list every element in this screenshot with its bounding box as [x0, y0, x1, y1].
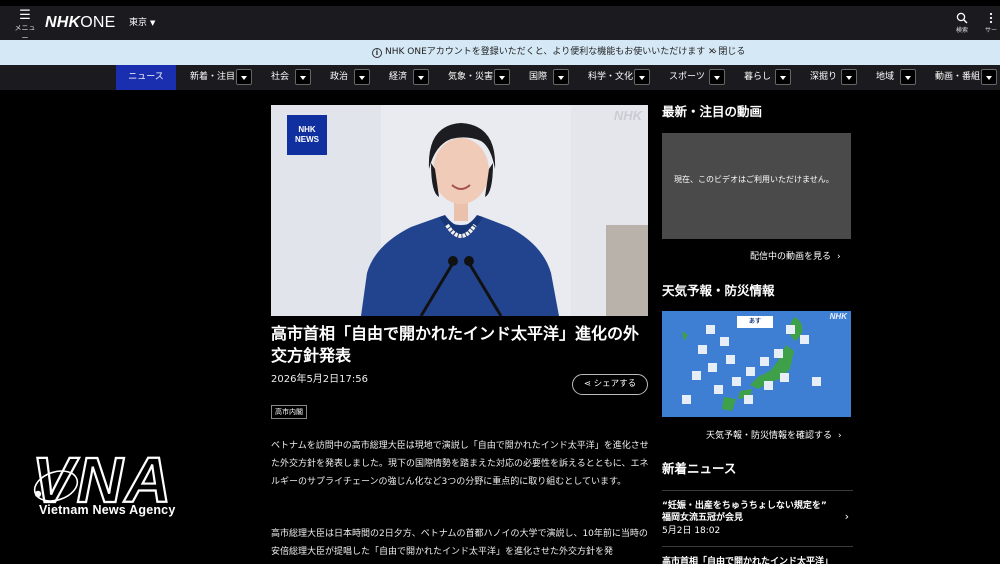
nav-dropdown-new[interactable]: [236, 69, 252, 85]
video-unavailable-message: 現在、このビデオはご利用いただけません。: [674, 175, 834, 184]
video-player[interactable]: 現在、このビデオはご利用いただけません。: [662, 133, 851, 239]
weather-tab-tomorrow[interactable]: あす: [737, 316, 773, 328]
share-icon: ⋖: [583, 379, 591, 389]
caret-down-icon: ▼: [150, 19, 156, 27]
nav-item-international[interactable]: 国際: [529, 65, 547, 90]
close-label: 閉じる: [718, 47, 746, 57]
vna-caption: Vietnam News Agency: [39, 503, 176, 517]
chevron-right-icon: ›: [838, 431, 842, 441]
nav-item-new[interactable]: 新着・注目: [190, 65, 235, 90]
video-more-label: 配信中の動画を見る: [750, 252, 832, 262]
info-icon: i: [372, 48, 382, 58]
share-label: シェアする: [593, 379, 637, 389]
nav-dropdown-weather[interactable]: [494, 69, 510, 85]
nav-dropdown-deep[interactable]: [841, 69, 857, 85]
video-more-link[interactable]: 配信中の動画を見る ›: [750, 251, 841, 263]
nhk-badge-line1: NHK: [298, 125, 316, 134]
article-paragraph-1: ベトナムを訪問中の高市総理大臣は現地で演説し「自由で開かれたインド太平洋」を進化…: [271, 441, 649, 487]
latest-news-title: 新着ニュース: [662, 461, 737, 476]
nav-dropdown-video[interactable]: [981, 69, 997, 85]
nav-dropdown-sports[interactable]: [709, 69, 725, 85]
nav-dropdown-life[interactable]: [775, 69, 791, 85]
banner-message: NHK ONEアカウントを登録いただくと、より便利な機能もお使いいただけます: [385, 47, 706, 57]
news-title: “妊娠・出産をちゅうちょしない規定を” 福岡女流五冠が会見: [662, 501, 827, 523]
nav-item-life[interactable]: 暮らし: [744, 65, 771, 90]
nhk-badge-line2: NEWS: [295, 135, 319, 144]
nav-dropdown-international[interactable]: [553, 69, 569, 85]
close-icon: ✕: [708, 47, 716, 57]
nav-item-region[interactable]: 地域: [876, 65, 894, 90]
account-banner: i NHK ONEアカウントを登録いただくと、より便利な機能もお使いいただけます ›…: [0, 40, 1000, 65]
nhk-news-badge: NHK NEWS: [287, 115, 327, 155]
nav-dropdown-society[interactable]: [295, 69, 311, 85]
services-label: サー: [984, 27, 997, 34]
region-label: 東京: [129, 18, 148, 28]
nav-dropdown-science[interactable]: [634, 69, 650, 85]
press-conference-photo: [271, 105, 648, 316]
weather-more-link[interactable]: 天気予報・防災情報を確認する ›: [706, 430, 842, 442]
nhk-one-logo[interactable]: NHKONE: [45, 14, 116, 32]
nav-item-deep[interactable]: 深掘り: [810, 65, 837, 90]
search-icon: [956, 12, 968, 24]
region-selector[interactable]: 東京 ▼: [129, 18, 155, 29]
news-title: 高市首相「自由で開かれたインド太平洋」: [662, 557, 834, 564]
nav-item-sports[interactable]: スポーツ: [669, 65, 705, 90]
nav-item-politics[interactable]: 政治: [330, 65, 348, 90]
article-headline: 高市首相「自由で開かれたインド太平洋」進化の外交方針発表: [271, 324, 640, 365]
nav-dropdown-region[interactable]: [900, 69, 916, 85]
share-button[interactable]: ⋖ シェアする: [572, 374, 648, 395]
weather-section-title: 天気予報・防災情報: [662, 283, 775, 298]
logo-one: ONE: [80, 14, 116, 31]
chevron-right-icon: ›: [844, 510, 849, 523]
weather-map[interactable]: あす NHK: [662, 311, 851, 417]
banner-link[interactable]: i NHK ONEアカウントを登録いただくと、より便利な機能もお使いいただけます ›: [372, 46, 717, 59]
chevron-right-icon: ›: [837, 252, 841, 262]
banner-close-button[interactable]: ✕ 閉じる: [708, 46, 745, 59]
nav-item-news[interactable]: ニュース: [116, 65, 176, 90]
hamburger-icon: ☰: [19, 8, 31, 23]
news-list-item[interactable]: 高市首相「自由で開かれたインド太平洋」: [662, 556, 853, 564]
search-label: 検索: [955, 27, 968, 34]
nav-item-weather[interactable]: 気象・災害: [448, 65, 493, 90]
grid-dots-icon: [989, 12, 993, 24]
logo-nhk: NHK: [45, 14, 81, 31]
nav-dropdown-politics[interactable]: [354, 69, 370, 85]
topic-tag[interactable]: 高市内閣: [271, 405, 307, 419]
search-button[interactable]: 検索: [950, 12, 974, 40]
menu-button[interactable]: ☰ メニュー: [12, 8, 38, 43]
divider: [662, 490, 853, 491]
divider: [662, 546, 853, 547]
nhk-watermark: NHK: [613, 108, 642, 123]
nav-item-society[interactable]: 社会: [271, 65, 289, 90]
category-nav: ニュース 新着・注目 社会 政治 経済 気象・災害 国際 科学・文化 スポーツ …: [0, 65, 1000, 90]
article-hero-image[interactable]: NHK NEWS NHK: [271, 105, 648, 316]
nav-dropdown-economy[interactable]: [413, 69, 429, 85]
nav-item-economy[interactable]: 経済: [389, 65, 407, 90]
weather-watermark: NHK: [829, 312, 847, 321]
site-header: ☰ メニュー NHKONE 東京 ▼ 検索 サー: [0, 6, 1000, 43]
services-button[interactable]: サー: [982, 12, 1000, 40]
nav-item-video[interactable]: 動画・番組: [935, 65, 980, 90]
news-list-item[interactable]: “妊娠・出産をちゅうちょしない規定を” 福岡女流五冠が会見 5月2日 18:02…: [662, 500, 853, 537]
weather-more-label: 天気予報・防災情報を確認する: [706, 431, 833, 441]
article-date: 2026年5月2日17:56: [271, 374, 368, 385]
news-date: 5月2日 18:02: [662, 526, 721, 536]
article-paragraph-2: 高市総理大臣は日本時間の2日夕方、ベトナムの首都ハノイの大学で演説し、10年前に…: [271, 529, 648, 557]
nav-item-science[interactable]: 科学・文化: [588, 65, 633, 90]
video-section-title: 最新・注目の動画: [662, 104, 763, 119]
